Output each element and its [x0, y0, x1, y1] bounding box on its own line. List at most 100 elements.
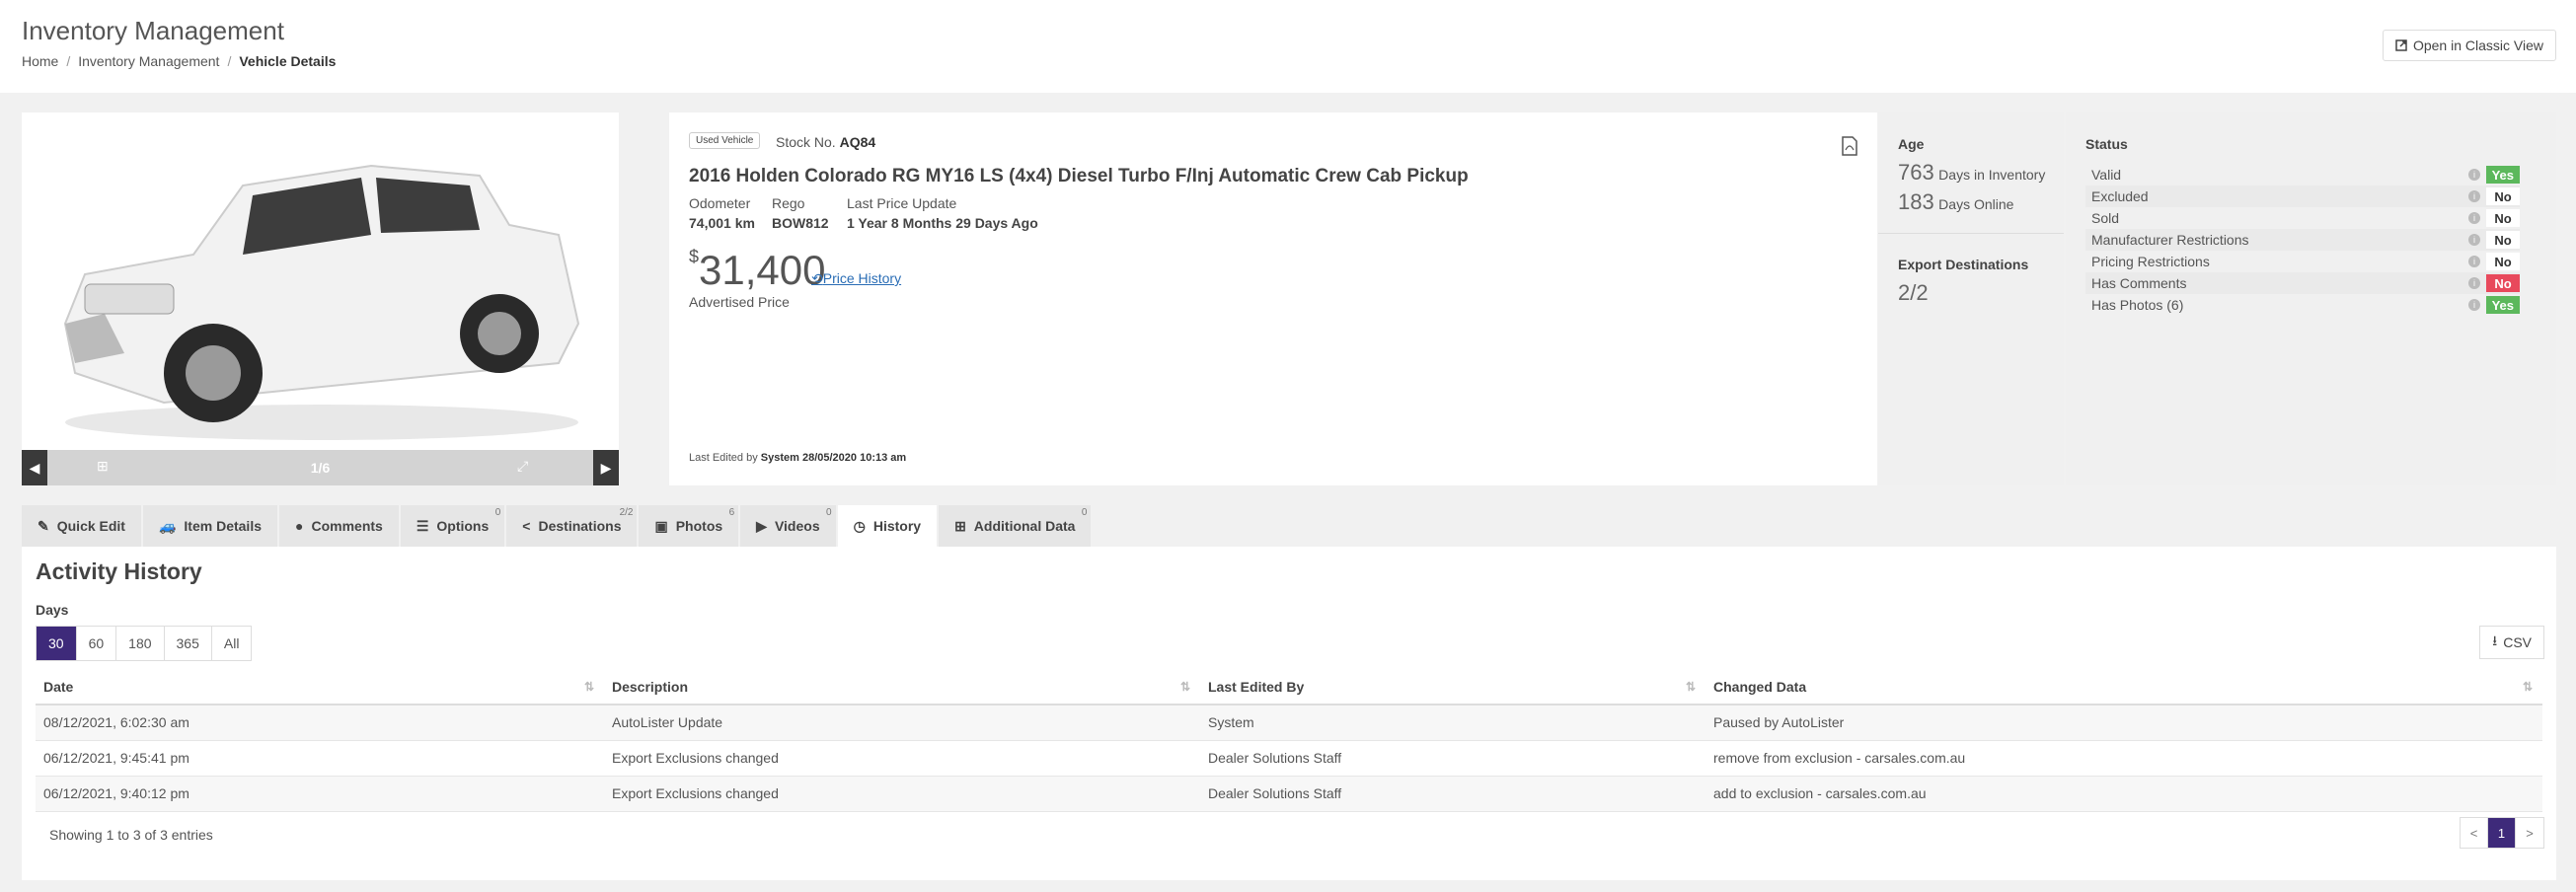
pagination-prev[interactable]: < [2461, 818, 2488, 848]
status-row: Sold i No [2085, 207, 2520, 229]
table-cell: remove from exclusion - carsales.com.au [1705, 740, 2542, 777]
vehicle-details-card: Used Vehicle Stock No. AQ84 2016 Holden … [669, 112, 1877, 485]
days-filter: 30 60 180 365 All [36, 626, 253, 661]
price-block: $31,400 [689, 247, 825, 294]
table-row: 06/12/2021, 9:40:12 pm Export Exclusions … [36, 776, 2542, 812]
table-cell: add to exclusion - carsales.com.au [1705, 776, 2542, 812]
caret-right-icon: ▶ [600, 459, 612, 476]
image-icon: ▣ [654, 517, 668, 534]
info-icon[interactable]: i [2468, 234, 2480, 246]
breadcrumb-separator: / [66, 53, 71, 69]
share-icon: < [522, 518, 531, 534]
column-header-label: Date [43, 678, 74, 695]
sort-icon: ⇅ [2522, 680, 2533, 694]
pdf-icon[interactable] [1842, 136, 1857, 156]
odometer-value: 74,001 km [689, 215, 755, 231]
history-table: Date ⇅ Description ⇅ Last Edited By ⇅ Changed … [36, 669, 2542, 812]
days-option[interactable]: 30 [37, 627, 77, 660]
advertised-price: 31,400 [699, 247, 826, 293]
status-value: Yes [2485, 166, 2520, 184]
stock-number-label: Stock No. [776, 134, 836, 150]
info-icon[interactable]: i [2468, 299, 2480, 311]
table-cell: Export Exclusions changed [604, 776, 1200, 812]
column-header[interactable]: Last Edited By ⇅ [1200, 669, 1705, 706]
activity-history-title: Activity History [36, 558, 202, 584]
column-header-label: Changed Data [1713, 678, 1807, 695]
tab-comments[interactable]: ● Comments [279, 505, 399, 547]
open-classic-view-button[interactable]: Open in Classic View [2382, 30, 2556, 61]
info-icon[interactable]: i [2468, 190, 2480, 202]
sort-icon: ⇅ [1179, 680, 1190, 694]
tab-history[interactable]: ◷ History [837, 505, 938, 547]
open-classic-view-label: Open in Classic View [2412, 37, 2543, 53]
status-value: Yes [2485, 296, 2520, 314]
tab-videos[interactable]: ▶ Videos 0 [740, 505, 836, 547]
days-option[interactable]: All [211, 627, 252, 660]
csv-export-button[interactable]: ⭳ CSV [2479, 626, 2544, 659]
external-link-icon [2395, 39, 2407, 51]
panel-divider [1878, 233, 2064, 234]
days-online-value: 183 [1898, 189, 1934, 214]
status-row: Excluded i No [2085, 186, 2520, 207]
tab-photos[interactable]: ▣ Photos 6 [639, 505, 739, 547]
days-in-inventory-label: Days in Inventory [1938, 167, 2046, 183]
tab-item-details[interactable]: 🚙 Item Details [142, 505, 277, 547]
status-label: Excluded [2091, 188, 2149, 204]
currency-symbol: $ [689, 247, 700, 266]
breadcrumb-home[interactable]: Home [22, 53, 58, 69]
info-icon[interactable]: i [2468, 256, 2480, 267]
tab-quick-edit[interactable]: ✎ Quick Edit [22, 505, 141, 547]
status-row: Has Comments i No [2085, 272, 2520, 294]
info-icon[interactable]: i [2468, 212, 2480, 224]
column-header[interactable]: Changed Data ⇅ [1705, 669, 2542, 706]
table-cell: Dealer Solutions Staff [1200, 740, 1705, 777]
status-label: Valid [2091, 167, 2122, 183]
status-row: Has Photos (6) i Yes [2085, 294, 2520, 316]
breadcrumb-inventory[interactable]: Inventory Management [78, 53, 219, 69]
used-vehicle-badge: Used Vehicle [689, 132, 761, 149]
table-row: 08/12/2021, 6:02:30 am AutoLister Update S… [36, 705, 2542, 741]
column-header-label: Description [612, 678, 689, 695]
column-header[interactable]: Date ⇅ [36, 669, 604, 706]
info-icon[interactable]: i [2468, 169, 2480, 181]
gallery-next-button[interactable]: ▶ [593, 450, 619, 485]
table-cell: 06/12/2021, 9:45:41 pm [36, 740, 604, 777]
tab-options[interactable]: ☰ Options 0 [400, 505, 505, 547]
pagination-next[interactable]: > [2516, 818, 2543, 848]
comment-icon: ● [295, 518, 304, 534]
price-history-link[interactable]: ⟲Price History [811, 270, 901, 287]
price-history-label: Price History [822, 270, 902, 286]
info-icon[interactable]: i [2468, 277, 2480, 289]
vehicle-photo[interactable] [45, 126, 598, 452]
vehicle-image-card: ◀ ⊞ 1/6 ⤢ ▶ [22, 112, 619, 485]
table-cell: 08/12/2021, 6:02:30 am [36, 705, 604, 741]
days-option[interactable]: 180 [116, 627, 165, 660]
download-icon: ⭳ [2492, 632, 2498, 648]
age-heading: Age [1898, 136, 1925, 152]
rego-spec: Rego BOW812 [772, 195, 829, 231]
tab-label: Comments [311, 518, 383, 534]
pagination-page[interactable]: 1 [2488, 818, 2516, 848]
days-option[interactable]: 365 [164, 627, 212, 660]
tab-additional-data[interactable]: ⊞ Additional Data 0 [939, 505, 1092, 547]
column-header[interactable]: Description ⇅ [604, 669, 1200, 706]
status-value: No [2486, 253, 2520, 270]
age-panel: Age 763 Days in Inventory 183 Days Onlin… [1878, 112, 2064, 485]
days-online-label: Days Online [1938, 196, 2014, 212]
status-row: Pricing Restrictions i No [2085, 251, 2520, 272]
tab-label: Videos [774, 518, 820, 534]
last-price-update-label: Last Price Update [847, 195, 957, 211]
tab-label: Photos [675, 518, 723, 534]
fullscreen-icon[interactable]: ⤢ [517, 458, 528, 475]
sort-icon: ⇅ [1685, 680, 1696, 694]
days-option[interactable]: 60 [76, 627, 117, 660]
table-cell: AutoLister Update [604, 705, 1200, 741]
vehicle-title: 2016 Holden Colorado RG MY16 LS (4x4) Di… [689, 166, 1469, 186]
days-label: Days [36, 602, 69, 618]
days-in-inventory-value: 763 [1898, 160, 1934, 185]
tab-destinations[interactable]: < Destinations 2/2 [506, 505, 638, 547]
pagination: < 1 > [2460, 817, 2544, 849]
last-edited: Last Edited by System 28/05/2020 10:13 a… [689, 452, 906, 464]
breadcrumb: Home / Inventory Management / Vehicle De… [22, 53, 336, 69]
rego-value: BOW812 [772, 215, 829, 231]
